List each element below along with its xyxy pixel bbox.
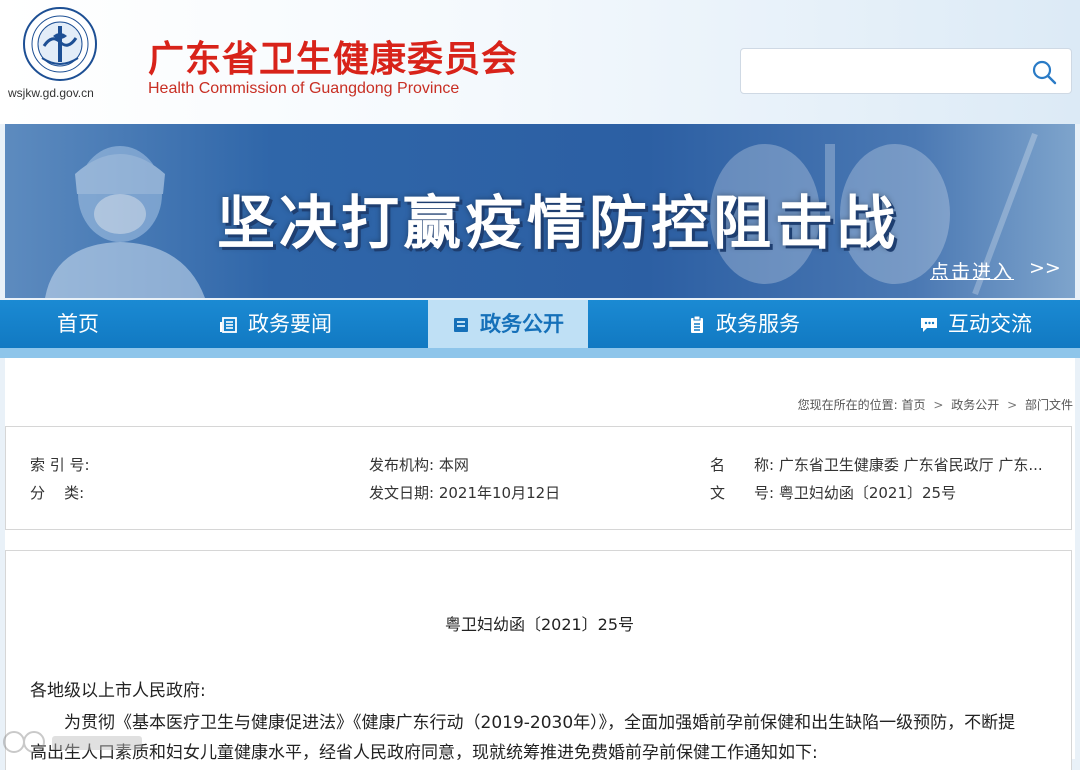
nav-label-home: 首页 — [57, 312, 99, 336]
nav-underline-strip — [0, 348, 1080, 358]
clipboard-icon — [691, 316, 703, 333]
nav-label-news: 政务要闻 — [248, 312, 332, 336]
breadcrumb-prefix: 您现在所在的位置: — [797, 398, 898, 412]
banner-enter-link[interactable]: 点击进入 — [930, 257, 1014, 284]
document-body: 粤卫妇幼函〔2021〕25号 各地级以上市人民政府: 为贯彻《基本医疗卫生与健康… — [5, 550, 1072, 770]
nav-item-news[interactable]: 政务要闻 — [220, 300, 332, 348]
nav-item-interact[interactable]: 互动交流 — [920, 300, 1032, 348]
meta-category-label: 分 类: — [30, 484, 85, 502]
meta-index-label: 索 引 号: — [30, 456, 90, 474]
meta-publisher: 发布机构: 本网 — [369, 456, 469, 474]
meta-name-label: 名 — [710, 456, 726, 474]
breadcrumb-separator: > — [1007, 398, 1018, 412]
meta-docno-label: 文 — [710, 484, 726, 502]
document-folder-icon — [454, 318, 468, 332]
breadcrumb-home[interactable]: 首页 — [902, 398, 926, 412]
site-subtitle: Health Commission of Guangdong Province — [148, 80, 460, 97]
main-nav: 首页 政务要闻 政务公开 政务服务 互动交流 — [0, 300, 1080, 348]
epidemic-banner[interactable]: 坚决打赢疫情防控阻击战 点击进入 >> — [5, 124, 1075, 298]
meta-name-value: 称: 广东省卫生健康委 广东省民政厅 广东... — [754, 456, 1043, 474]
medical-worker-image — [45, 146, 205, 298]
meta-date: 发文日期: 2021年10月12日 — [369, 484, 561, 502]
site-url: wsjkw.gd.gov.cn — [8, 86, 94, 100]
nav-label-public: 政务公开 — [480, 312, 564, 336]
nav-item-service[interactable]: 政务服务 — [688, 300, 800, 348]
nav-label-interact: 互动交流 — [948, 312, 1032, 336]
meta-category: 分 类: — [30, 482, 84, 503]
breadcrumb-dept-docs[interactable]: 部门文件 — [1025, 398, 1073, 412]
search-input[interactable] — [751, 57, 1025, 87]
content-area: 您现在所在的位置: 首页 > 政务公开 > 部门文件 索 引 号: 分 类: 发… — [5, 358, 1075, 770]
nav-label-service: 政务服务 — [716, 312, 800, 336]
breadcrumb-public[interactable]: 政务公开 — [951, 398, 999, 412]
document-meta-box: 索 引 号: 分 类: 发布机构: 本网 发文日期: 2021年10月12日 名… — [5, 426, 1072, 530]
watermark-logo-icon — [3, 731, 142, 753]
site-title[interactable]: 广东省卫生健康委员会 — [148, 30, 518, 82]
breadcrumb-separator: > — [933, 398, 944, 412]
site-header: wsjkw.gd.gov.cn 广东省卫生健康委员会 Health Commis… — [0, 0, 1080, 124]
newspaper-icon — [220, 317, 237, 333]
banner-title: 坚决打赢疫情防控阻击战 — [217, 189, 900, 257]
nav-item-public[interactable]: 政务公开 — [428, 300, 588, 348]
document-number: 粤卫妇幼函〔2021〕25号 — [444, 615, 635, 634]
nav-item-home[interactable]: 首页 — [57, 300, 99, 348]
banner-arrow-icon[interactable]: >> — [1029, 257, 1061, 279]
document-paragraph-line: 为贯彻《基本医疗卫生与健康促进法》《健康广东行动（2019-2030年）》，全面… — [64, 713, 1016, 733]
document-salutation: 各地级以上市人民政府: — [30, 681, 206, 701]
breadcrumb: 您现在所在的位置: 首页 > 政务公开 > 部门文件 — [798, 396, 1073, 413]
meta-docno-value: 号: 粤卫妇幼函〔2021〕25号 — [754, 484, 957, 502]
commission-logo-icon[interactable] — [22, 6, 98, 82]
search-box — [740, 48, 1072, 94]
meta-index: 索 引 号: — [30, 454, 90, 475]
chat-bubble-icon — [921, 318, 937, 332]
search-icon[interactable] — [1031, 59, 1057, 85]
